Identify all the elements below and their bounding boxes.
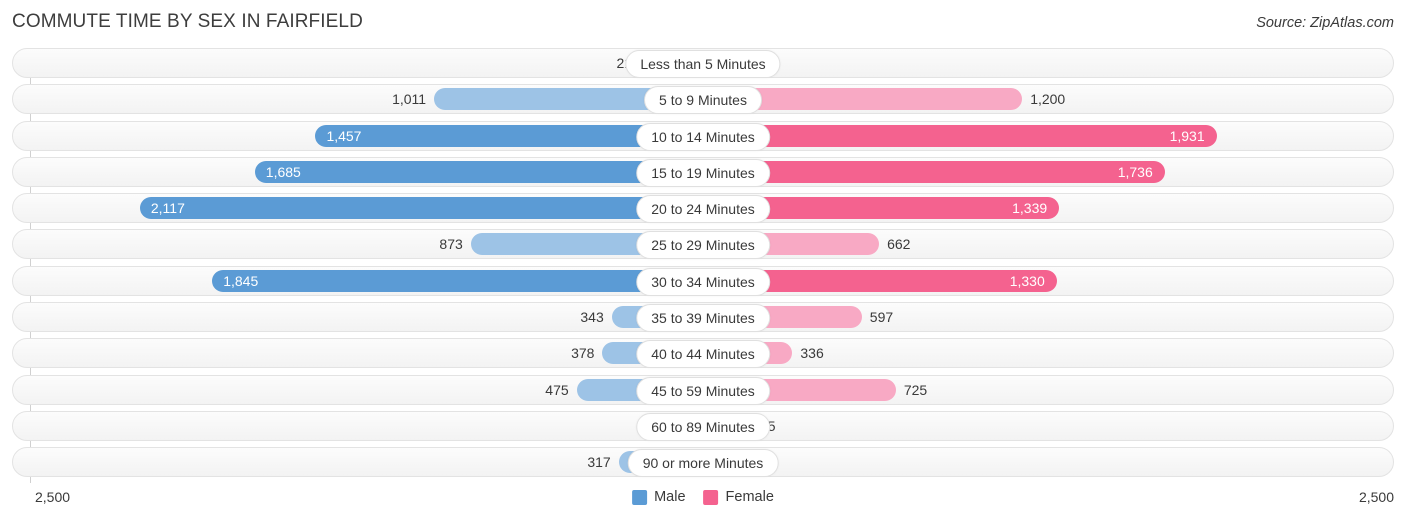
- category-label: 5 to 9 Minutes: [644, 86, 762, 115]
- chart-row: 378 336 40 to 44 Minutes: [0, 338, 1406, 369]
- value-label-male: 378: [571, 345, 595, 362]
- value-label-female: 1,200: [1030, 91, 1066, 108]
- value-label-female: 1,339: [1012, 200, 1048, 217]
- chart-legend: Male Female: [632, 489, 774, 505]
- category-label: 10 to 14 Minutes: [636, 122, 770, 151]
- legend-item-female[interactable]: Female: [703, 489, 774, 505]
- chart-header: COMMUTE TIME BY SEX IN FAIRFIELD Source:…: [0, 0, 1406, 46]
- chart-row: 2,117 1,339 20 to 24 Minutes: [0, 193, 1406, 224]
- chart-row: 343 597 35 to 39 Minutes: [0, 302, 1406, 333]
- value-label-male: 1,011: [392, 91, 427, 108]
- category-label: 35 to 39 Minutes: [636, 304, 770, 333]
- value-label-female: 1,931: [1169, 127, 1205, 144]
- value-label-female: 597: [869, 309, 894, 326]
- chart-footer: 2,500 Male Female 2,500: [0, 485, 1406, 523]
- bar-male: [212, 269, 703, 292]
- legend-label: Female: [725, 489, 774, 505]
- source-attribution: Source: ZipAtlas.com: [1256, 15, 1394, 31]
- bar-male: [139, 197, 703, 220]
- bar-female: [703, 160, 1165, 183]
- chart-rows: 21172Less than 5 Minutes 1,011 1,200 5 to 9…: [0, 48, 1406, 484]
- category-label: 60 to 89 Minutes: [636, 412, 770, 441]
- chart-plot-area: 21172Less than 5 Minutes 1,011 1,200 5 to 9…: [0, 48, 1406, 483]
- value-label-male: 121: [0, 411, 662, 441]
- value-label-female: 1,330: [1009, 272, 1045, 289]
- value-label-male: 1,685: [265, 163, 301, 180]
- category-label: 90 or more Minutes: [627, 449, 779, 478]
- value-label-male: 343: [580, 309, 604, 326]
- category-label: 15 to 19 Minutes: [636, 158, 770, 187]
- chart-row: 1,845 1,330 30 to 34 Minutes: [0, 265, 1406, 296]
- chart-row: 31714290 or more Minutes: [0, 447, 1406, 478]
- axis-label-right: 2,500: [1358, 489, 1394, 505]
- legend-swatch-icon: [703, 489, 719, 505]
- bar-female: [703, 124, 1217, 147]
- chart-row: 21172Less than 5 Minutes: [0, 48, 1406, 78]
- chart-row: 12115560 to 89 Minutes: [0, 410, 1406, 441]
- axis-label-left: 2,500: [35, 489, 71, 505]
- value-label-male: 2,117: [150, 200, 185, 217]
- chart-row: 1,685 1,736 15 to 19 Minutes: [0, 156, 1406, 187]
- value-label-female: 725: [903, 381, 928, 398]
- legend-item-male[interactable]: Male: [632, 489, 686, 505]
- category-label: Less than 5 Minutes: [625, 50, 781, 78]
- value-label-male: 211: [0, 48, 639, 78]
- value-label-male: 317: [587, 454, 611, 471]
- value-label-male: 873: [439, 236, 463, 253]
- value-label-female: 662: [887, 236, 911, 253]
- category-label: 40 to 44 Minutes: [636, 340, 770, 369]
- category-label: 45 to 59 Minutes: [636, 376, 770, 405]
- value-label-male: 1,845: [223, 272, 259, 289]
- category-label: 25 to 29 Minutes: [636, 231, 770, 260]
- page-title: COMMUTE TIME BY SEX IN FAIRFIELD: [12, 11, 363, 32]
- legend-label: Male: [654, 489, 686, 505]
- commute-time-chart: COMMUTE TIME BY SEX IN FAIRFIELD Source:…: [0, 0, 1406, 523]
- category-label: 20 to 24 Minutes: [636, 195, 770, 224]
- chart-row: 1,011 1,200 5 to 9 Minutes: [0, 84, 1406, 115]
- chart-row: 475 725 45 to 59 Minutes: [0, 374, 1406, 405]
- category-label: 30 to 34 Minutes: [636, 267, 770, 296]
- legend-swatch-icon: [632, 489, 648, 505]
- value-label-female: 1,736: [1117, 163, 1153, 180]
- chart-row: 1,457 1,931 10 to 14 Minutes: [0, 120, 1406, 151]
- value-label-female: 336: [800, 345, 824, 362]
- value-label-male: 475: [545, 381, 569, 398]
- value-label-male: 1,457: [326, 127, 362, 144]
- chart-row: 873 662 25 to 29 Minutes: [0, 229, 1406, 260]
